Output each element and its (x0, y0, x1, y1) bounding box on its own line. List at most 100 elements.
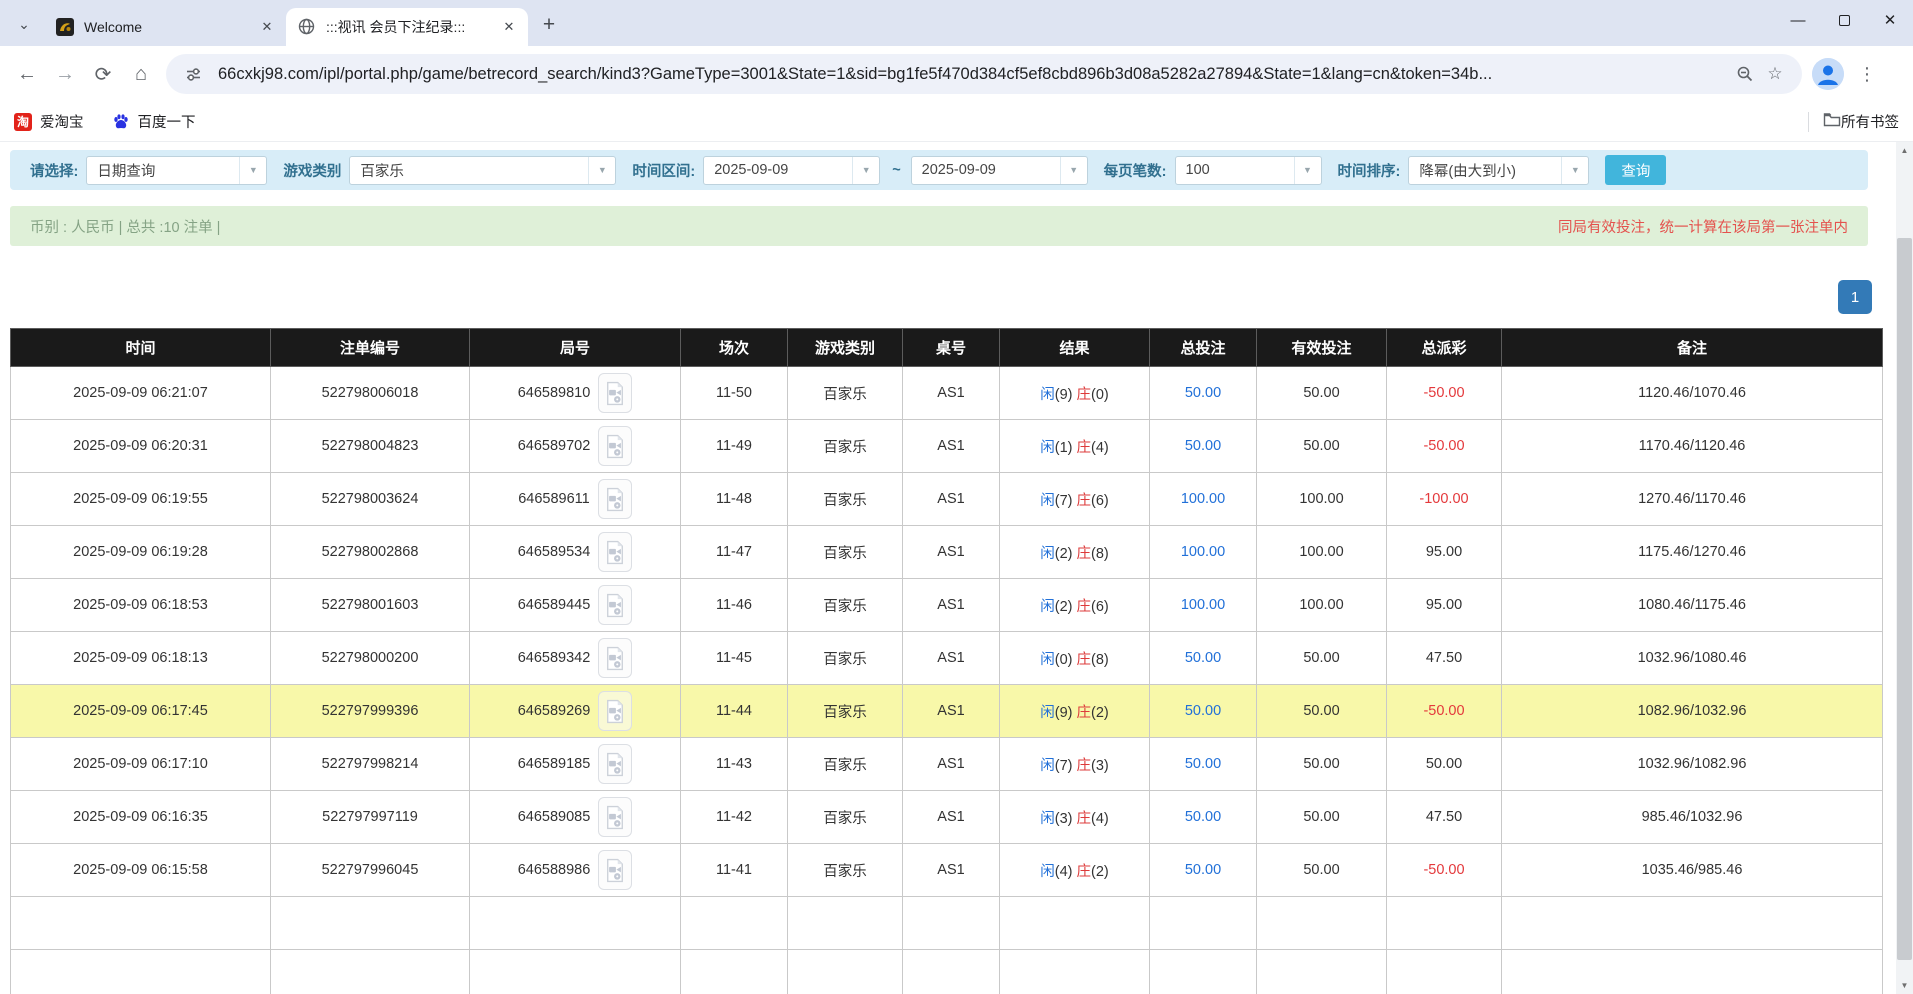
cell-time: 2025-09-09 06:19:55 (11, 473, 271, 526)
cell-session: 11-43 (681, 738, 788, 791)
scrollbar-thumb[interactable] (1897, 238, 1912, 960)
tab-search-icon[interactable]: ⌄ (10, 10, 38, 38)
time-sort-select[interactable]: 降幂(由大到小) ▼ (1408, 156, 1589, 185)
cell-total-bet: 50.00 (1150, 791, 1257, 844)
cell-valid-bet: 50.00 (1257, 685, 1387, 738)
reload-icon[interactable]: ⟳ (84, 55, 122, 93)
all-bookmarks[interactable]: 所有书签 (1808, 111, 1899, 132)
bookmark-baidu[interactable]: 百度一下 (112, 111, 196, 132)
video-replay-icon[interactable] (598, 638, 632, 678)
cell-valid-bet: 50.00 (1257, 420, 1387, 473)
browser-menu-icon[interactable]: ⋮ (1852, 59, 1882, 89)
filter-bar: 请选择: 日期查询 ▼ 游戏类别 百家乐 ▼ 时间区间: 2025-09-09 … (10, 150, 1868, 190)
total-total-bet: 650.00 (1150, 950, 1257, 994)
video-replay-icon[interactable] (598, 585, 632, 625)
zoom-indicator-icon[interactable] (1730, 59, 1760, 89)
video-replay-icon[interactable] (598, 744, 632, 784)
cell-bet-id: 522798000200 (271, 632, 470, 685)
page-content: 请选择: 日期查询 ▼ 游戏类别 百家乐 ▼ 时间区间: 2025-09-09 … (0, 142, 1913, 994)
tab-close-icon[interactable]: ✕ (500, 18, 518, 36)
tab-bet-records[interactable]: :::视讯 会员下注纪录::: ✕ (286, 8, 528, 46)
maximize-button[interactable] (1821, 0, 1867, 40)
select-label: 请选择: (30, 160, 78, 181)
video-replay-icon[interactable] (598, 691, 632, 731)
bookmark-taobao[interactable]: 淘 爱淘宝 (14, 111, 84, 132)
profile-avatar[interactable] (1812, 58, 1844, 90)
table-row: 2025-09-09 06:19:28 522798002868 6465895… (11, 526, 1883, 579)
vertical-scrollbar[interactable]: ▲ ▼ (1896, 142, 1913, 994)
bookmark-label: 百度一下 (138, 111, 196, 132)
video-replay-icon[interactable] (598, 797, 632, 837)
cell-result: 闲(2) 庄(8) (1000, 526, 1150, 579)
game-type-label: 游戏类别 (283, 160, 341, 181)
tab-welcome[interactable]: Welcome ✕ (44, 8, 286, 46)
col-round-id: 局号 (470, 329, 681, 367)
cell-payout: 95.00 (1387, 579, 1502, 632)
cell-payout: 47.50 (1387, 791, 1502, 844)
cell-total-bet: 100.00 (1150, 579, 1257, 632)
cell-result: 闲(1) 庄(4) (1000, 420, 1150, 473)
minimize-button[interactable]: — (1775, 0, 1821, 40)
video-replay-icon[interactable] (598, 850, 632, 890)
cell-payout: -50.00 (1387, 685, 1502, 738)
cell-valid-bet: 50.00 (1257, 632, 1387, 685)
cell-time: 2025-09-09 06:16:35 (11, 791, 271, 844)
col-result: 结果 (1000, 329, 1150, 367)
address-input[interactable]: 66cxkj98.com/ipl/portal.php/game/betreco… (166, 54, 1802, 94)
site-settings-icon[interactable] (178, 59, 208, 89)
date-from-input[interactable]: 2025-09-09 ▼ (703, 156, 880, 185)
video-replay-icon[interactable] (598, 532, 632, 572)
col-valid-bet: 有效投注 (1257, 329, 1387, 367)
cell-payout: 50.00 (1387, 738, 1502, 791)
cell-session: 11-48 (681, 473, 788, 526)
cell-time: 2025-09-09 06:17:10 (11, 738, 271, 791)
game-type-select[interactable]: 百家乐 ▼ (349, 156, 616, 185)
cell-payout: -50.00 (1387, 420, 1502, 473)
cell-table-no: AS1 (903, 632, 1000, 685)
divider (1808, 112, 1809, 132)
chevron-down-icon: ▼ (239, 157, 266, 184)
tab-close-icon[interactable]: ✕ (258, 18, 276, 36)
video-replay-icon[interactable] (598, 373, 632, 413)
home-icon[interactable]: ⌂ (122, 55, 160, 93)
cell-game-type: 百家乐 (788, 632, 903, 685)
cell-session: 11-49 (681, 420, 788, 473)
bookmark-star-icon[interactable]: ☆ (1760, 59, 1790, 89)
cell-total-bet: 50.00 (1150, 844, 1257, 897)
cell-table-no: AS1 (903, 367, 1000, 420)
back-icon[interactable]: ← (8, 55, 46, 93)
cell-session: 11-45 (681, 632, 788, 685)
forward-icon[interactable]: → (46, 55, 84, 93)
cell-payout: -50.00 (1387, 844, 1502, 897)
cell-round-id: 646589342 (470, 632, 681, 685)
video-replay-icon[interactable] (598, 426, 632, 466)
date-to-input[interactable]: 2025-09-09 ▼ (911, 156, 1088, 185)
cell-table-no: AS1 (903, 579, 1000, 632)
table-row: 2025-09-09 06:15:58 522797996045 6465889… (11, 844, 1883, 897)
cell-round-id: 646589085 (470, 791, 681, 844)
scroll-up-icon[interactable]: ▲ (1896, 142, 1913, 159)
bookmark-label: 爱淘宝 (40, 111, 84, 132)
cell-note: 1032.96/1082.96 (1502, 738, 1883, 791)
col-game-type: 游戏类别 (788, 329, 903, 367)
cell-game-type: 百家乐 (788, 738, 903, 791)
video-replay-icon[interactable] (598, 479, 632, 519)
cell-result: 闲(9) 庄(2) (1000, 685, 1150, 738)
pagination-page-1[interactable]: 1 (1838, 280, 1872, 314)
query-button[interactable]: 查询 (1605, 155, 1666, 185)
close-button[interactable]: ✕ (1867, 0, 1913, 40)
table-row: 2025-09-09 06:20:31 522798004823 6465897… (11, 420, 1883, 473)
cell-bet-id: 522797997119 (271, 791, 470, 844)
cell-total-bet: 100.00 (1150, 473, 1257, 526)
scroll-down-icon[interactable]: ▼ (1896, 977, 1913, 994)
total-label: 总计 (11, 950, 271, 994)
new-tab-button[interactable]: + (534, 10, 564, 40)
cell-bet-id: 522798002868 (271, 526, 470, 579)
cell-session: 11-41 (681, 844, 788, 897)
cell-game-type: 百家乐 (788, 579, 903, 632)
cell-note: 1035.46/985.46 (1502, 844, 1883, 897)
cell-table-no: AS1 (903, 738, 1000, 791)
per-page-select[interactable]: 100 ▼ (1175, 156, 1322, 185)
cell-session: 11-46 (681, 579, 788, 632)
query-type-select[interactable]: 日期查询 ▼ (86, 156, 267, 185)
